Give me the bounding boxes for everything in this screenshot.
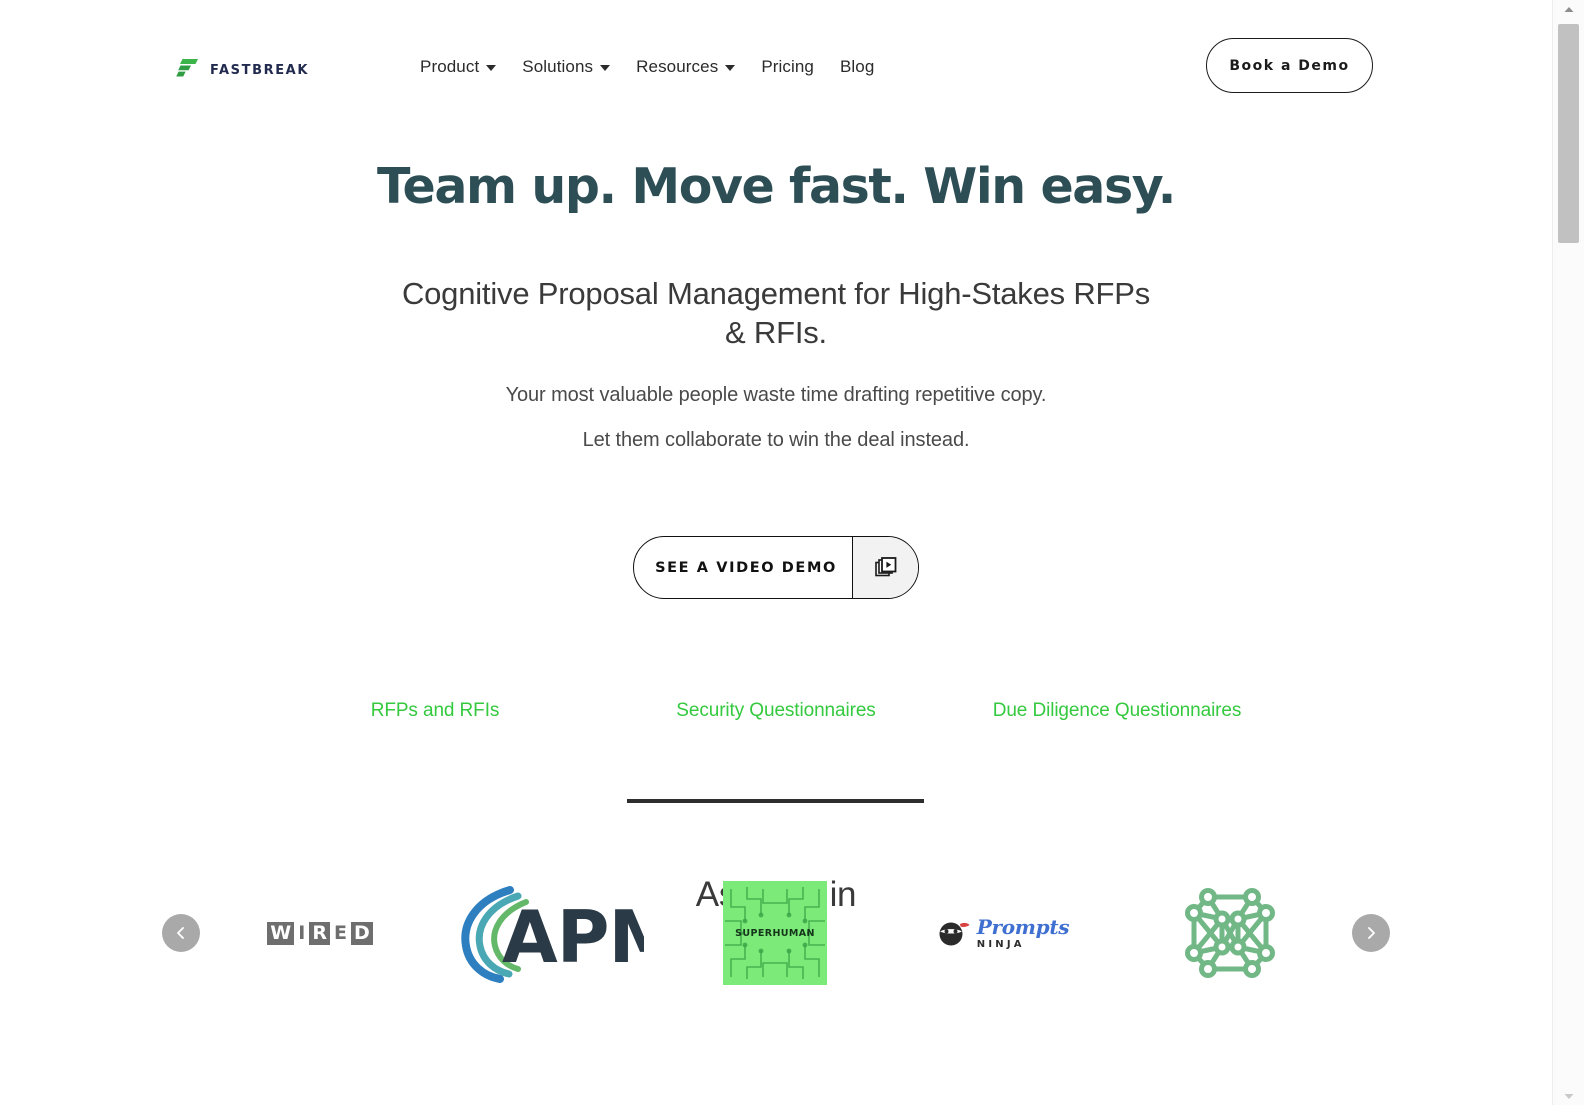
see-a-video-demo-button[interactable]: SEE A VIDEO DEMO <box>633 536 919 599</box>
logo-item-wired[interactable]: W I R E D <box>220 868 420 998</box>
chevron-left-icon <box>177 927 184 939</box>
wired-letter-i: I <box>298 921 306 944</box>
hero-subheadline: Cognitive Proposal Management for High-S… <box>401 275 1151 350</box>
section-divider <box>627 799 924 803</box>
superhuman-label: SUPERHUMAN <box>735 927 815 939</box>
chevron-right-icon <box>1368 927 1375 939</box>
wired-letter-w: W <box>267 921 295 945</box>
wired-letter-r: R <box>309 921 330 945</box>
use-case-link-rfps-and-rfis[interactable]: RFPs and RFIs <box>265 700 606 722</box>
nav-label-product: Product <box>420 57 480 76</box>
vertical-scrollbar[interactable] <box>1552 0 1584 1105</box>
use-case-link-security-questionnaires[interactable]: Security Questionnaires <box>606 700 947 722</box>
brand-wordmark: FASTBREAK <box>210 63 310 78</box>
apmp-logo-icon: APMP <box>460 886 644 983</box>
chevron-down-icon <box>486 65 497 71</box>
nav-label-solutions: Solutions <box>522 57 594 76</box>
hero-section: Team up. Move fast. Win easy. Cognitive … <box>0 132 1552 914</box>
logo-item-prompts-ninja[interactable]: Prompts NINJA <box>903 868 1103 998</box>
nav-item-solutions[interactable]: Solutions <box>522 57 611 77</box>
scrollbar-down-arrow[interactable] <box>1553 1087 1584 1105</box>
nav-label-blog: Blog <box>839 57 875 76</box>
triangle-up-icon <box>1564 6 1573 12</box>
wired-logo-icon: W I R E D <box>267 921 373 945</box>
logo-item-superhuman[interactable]: SUPERHUMAN <box>675 868 875 998</box>
node-graph-icon <box>1185 888 1275 978</box>
triangle-down-icon <box>1564 1093 1573 1099</box>
svg-text:APMP: APMP <box>502 895 644 979</box>
nav-item-blog[interactable]: Blog <box>840 57 874 77</box>
site-header: FASTBREAK Product Solutions Resources Pr… <box>0 0 1552 132</box>
wired-letter-d: D <box>350 921 373 945</box>
carousel-next-button[interactable] <box>1352 914 1390 952</box>
nav-label-pricing: Pricing <box>761 57 814 76</box>
scroll-viewport: FASTBREAK Product Solutions Resources Pr… <box>0 0 1552 1105</box>
hero-body-line-2: Let them collaborate to win the deal ins… <box>582 429 970 452</box>
as-seen-in-carousel: W I R E D APMP <box>0 858 1552 1008</box>
use-case-link-due-diligence-questionnaires[interactable]: Due Diligence Questionnaires <box>947 700 1288 722</box>
scrollbar-thumb[interactable] <box>1558 24 1579 243</box>
logo-item-node-graph[interactable] <box>1130 868 1330 998</box>
superhuman-logo-icon: SUPERHUMAN <box>723 881 827 985</box>
main-navigation: Product Solutions Resources Pricing Blog <box>420 57 874 77</box>
nav-item-product[interactable]: Product <box>420 57 497 77</box>
book-a-demo-label: Book a Demo <box>1229 57 1350 74</box>
ninja-face-icon <box>939 922 970 946</box>
nav-label-resources: Resources <box>636 57 719 76</box>
prompts-ninja-bottom-label: NINJA <box>976 938 1025 950</box>
scrollbar-up-arrow[interactable] <box>1553 0 1584 18</box>
see-a-video-demo-label: SEE A VIDEO DEMO <box>655 559 837 576</box>
hero-body-line-1: Your most valuable people waste time dra… <box>505 384 1047 407</box>
book-a-demo-button[interactable]: Book a Demo <box>1206 38 1373 93</box>
prompts-ninja-logo-icon: Prompts NINJA <box>936 914 1070 950</box>
carousel-track: W I R E D APMP <box>220 858 1330 1008</box>
nav-item-resources[interactable]: Resources <box>636 57 736 77</box>
page-title: Team up. Move fast. Win easy. <box>377 158 1176 215</box>
carousel-prev-button[interactable] <box>162 914 200 952</box>
use-case-links: RFPs and RFIs Security Questionnaires Du… <box>0 700 1552 722</box>
page-root: FASTBREAK Product Solutions Resources Pr… <box>0 0 1584 1105</box>
logo-item-apmp[interactable]: APMP <box>448 868 648 998</box>
chevron-down-icon <box>600 65 611 71</box>
brand-logo[interactable]: FASTBREAK <box>174 58 309 83</box>
prompts-ninja-wordmark: Prompts NINJA <box>976 914 1070 950</box>
nav-item-pricing[interactable]: Pricing <box>761 57 814 77</box>
chevron-down-icon <box>725 65 736 71</box>
prompts-ninja-top-label: Prompts <box>976 914 1070 939</box>
fastbreak-f-mark-icon <box>174 58 200 83</box>
wired-letter-e: E <box>333 921 347 944</box>
video-library-icon[interactable] <box>852 537 918 598</box>
